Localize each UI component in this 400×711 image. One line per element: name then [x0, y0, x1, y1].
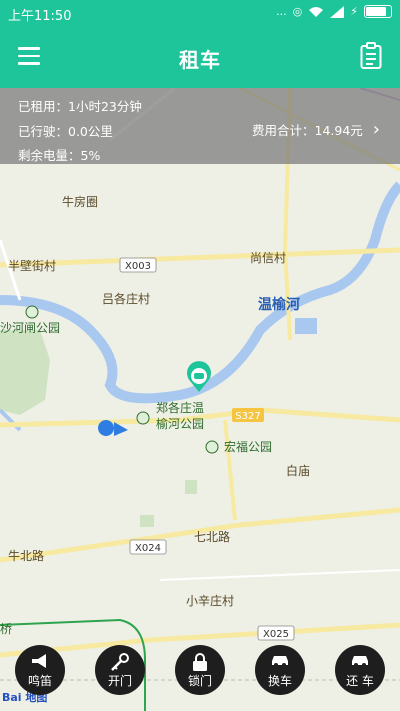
map-label: 半壁街村	[8, 258, 56, 273]
open-door-label: 开门	[107, 674, 132, 688]
park-icon	[136, 411, 150, 425]
map-label: 尚信村	[250, 251, 286, 265]
rented-duration: 已租用：1小时23分钟	[18, 99, 142, 114]
park-area	[140, 515, 154, 527]
chevron-right-icon: ›	[372, 118, 380, 140]
distance-driven: 已行驶：0.0公里	[18, 124, 113, 139]
map-label: 榆河公园	[156, 416, 204, 431]
rental-info-panel: 已租用：1小时23分钟 已行驶：0.0公里 剩余电量：5% 费用合计：14.94…	[0, 88, 400, 164]
action-bar: 鸣笛 开门 锁门 换车 还 车	[0, 645, 400, 701]
wifi-icon	[309, 6, 324, 17]
map-label: 宏福公园	[224, 439, 272, 454]
road-label-s327: S327	[235, 411, 260, 422]
map-canvas[interactable]: X003 S327 X024 X025 牛房圈 半壁街村 尚信村 吕各庄村 温榆…	[0, 88, 400, 711]
map-label: 牛房圈	[62, 194, 98, 209]
park-icon	[25, 305, 39, 319]
road-label-x025: X025	[263, 629, 289, 640]
map-label: 郑各庄温	[156, 400, 204, 415]
alarm-icon: ◎	[292, 5, 303, 18]
park-icon	[205, 440, 219, 454]
app-bar: 租车	[0, 26, 400, 88]
horn-icon	[32, 654, 46, 668]
park-area	[185, 480, 197, 494]
change-car-label: 换车	[267, 674, 292, 688]
road-label-x024: X024	[135, 543, 161, 554]
status-icons: ... ◎ ⚡	[276, 5, 392, 18]
page-title: 租车	[179, 48, 221, 72]
map-label: 桥	[0, 622, 12, 636]
status-bar: 上午11:50 ... ◎ ⚡	[0, 0, 400, 26]
change-car-button[interactable]: 换车	[255, 645, 305, 695]
map-label: 白庙	[286, 463, 310, 478]
battery-icon	[364, 5, 392, 18]
lock-door-button[interactable]: 锁门	[175, 645, 225, 695]
return-car-label: 还 车	[346, 674, 374, 688]
map-view[interactable]: X003 S327 X024 X025 牛房圈 半壁街村 尚信村 吕各庄村 温榆…	[0, 88, 400, 711]
pond	[295, 318, 317, 334]
road-name: 七北路	[194, 529, 230, 544]
road-label-x003: X003	[125, 261, 151, 272]
river-label: 温榆河	[258, 296, 300, 313]
signal-icon	[330, 5, 345, 18]
lock-icon	[193, 653, 207, 671]
open-door-button[interactable]: 开门	[95, 645, 145, 695]
status-time: 上午11:50	[8, 9, 72, 24]
total-cost-link[interactable]: 费用合计：14.94元 ›	[252, 120, 380, 139]
total-cost: 费用合计：14.94元	[252, 123, 363, 138]
return-car-button[interactable]: 还 车	[335, 645, 385, 695]
map-label: 沙河闸公园	[0, 321, 60, 335]
car-return-icon	[352, 656, 368, 667]
remaining-battery: 剩余电量：5%	[18, 148, 101, 163]
lock-door-label: 锁门	[187, 674, 212, 688]
horn-label: 鸣笛	[27, 674, 52, 688]
charging-icon: ⚡	[350, 5, 358, 18]
horn-button[interactable]: 鸣笛	[15, 645, 65, 695]
car-icon	[272, 656, 288, 667]
clipboard-icon[interactable]	[360, 42, 382, 70]
notification-dots: ...	[276, 5, 287, 18]
key-icon	[111, 653, 129, 671]
map-label: 小辛庄村	[186, 593, 234, 608]
map-label: 吕各庄村	[102, 291, 150, 306]
road-name: 牛北路	[8, 548, 44, 563]
battery-fill	[366, 7, 386, 16]
